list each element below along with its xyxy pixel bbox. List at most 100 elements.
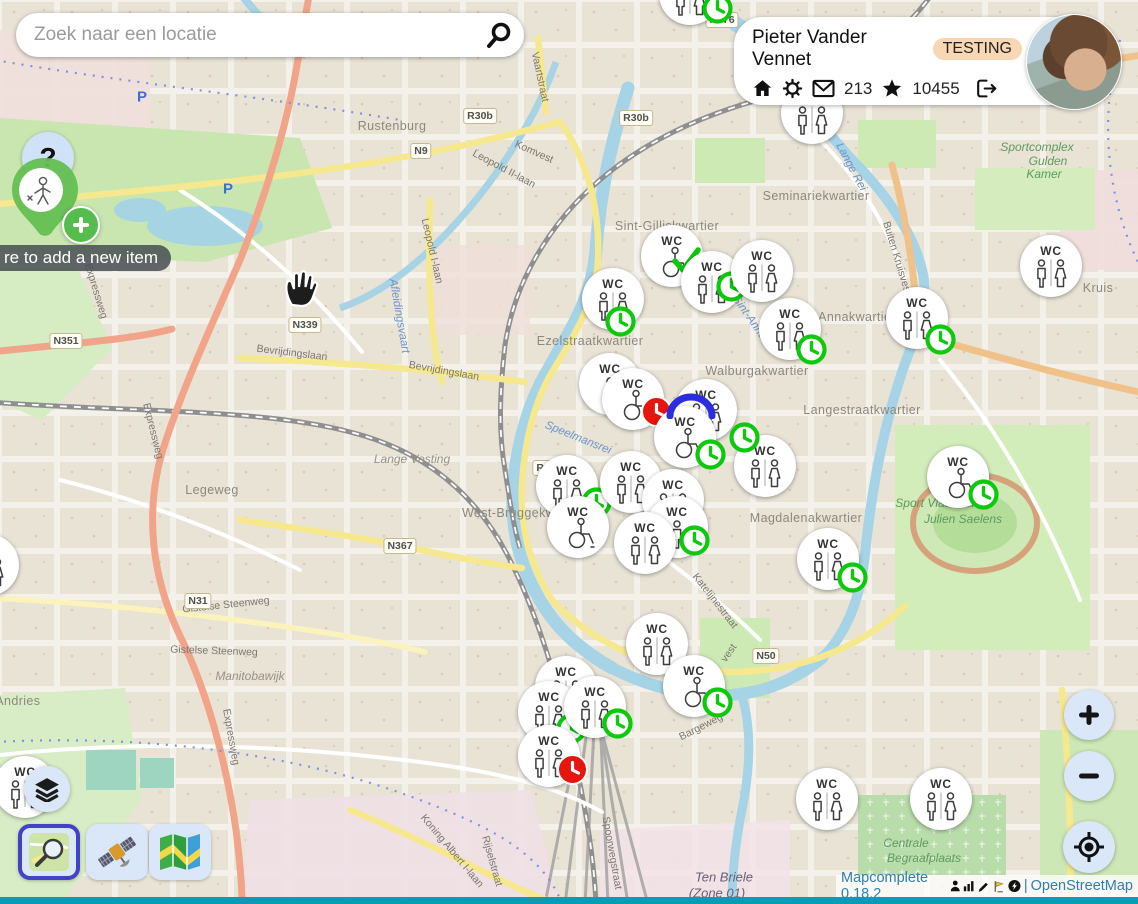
changesets-count[interactable]: 10455 bbox=[912, 79, 959, 99]
satellite-icon bbox=[95, 831, 139, 873]
toilet-marker[interactable]: WC bbox=[614, 512, 676, 574]
logout-icon[interactable] bbox=[975, 78, 998, 99]
toilet-marker[interactable]: WC bbox=[1020, 235, 1082, 297]
geolocate-button[interactable] bbox=[1063, 821, 1115, 873]
toilet-marker[interactable]: WC bbox=[0, 534, 19, 596]
user-name[interactable]: Pieter Vander Vennet bbox=[752, 27, 924, 71]
map-label: Manitobawijk bbox=[215, 669, 284, 683]
osm-map-icon bbox=[28, 832, 70, 872]
map-label: Afleidingsvaart bbox=[387, 278, 412, 354]
star-icon bbox=[881, 78, 903, 99]
svg-text:WC: WC bbox=[634, 521, 656, 535]
svg-text:WC: WC bbox=[930, 777, 952, 791]
layers-button[interactable] bbox=[24, 766, 70, 812]
location-search-bar[interactable] bbox=[16, 13, 524, 57]
zoom-in-icon bbox=[1076, 702, 1102, 728]
svg-text:WC: WC bbox=[646, 622, 668, 636]
map-label: Begraafplaats bbox=[887, 851, 961, 865]
openstreetmap-link[interactable]: OpenStreetMap bbox=[1031, 878, 1133, 894]
map-label: Rustenburg bbox=[358, 119, 427, 133]
map-label: Bevrijdingslaan bbox=[256, 343, 328, 364]
parking-label: P bbox=[137, 89, 147, 106]
green-clock-badge bbox=[967, 478, 1000, 511]
green-clock-badge bbox=[795, 333, 828, 366]
edit-pencil-icon[interactable] bbox=[978, 879, 990, 894]
testing-badge: TESTING bbox=[933, 38, 1022, 60]
toilet-marker[interactable]: WC bbox=[910, 768, 972, 830]
svg-text:WC: WC bbox=[751, 249, 773, 263]
zoom-out-button[interactable] bbox=[1064, 751, 1114, 801]
map-label: Ten Briele bbox=[695, 870, 753, 885]
map-label: Gulden bbox=[1029, 154, 1068, 168]
gear-icon[interactable] bbox=[782, 78, 803, 99]
messages-icon[interactable] bbox=[812, 79, 835, 98]
layers-icon bbox=[34, 776, 60, 802]
svg-text:WC: WC bbox=[947, 455, 969, 469]
svg-text:WC: WC bbox=[567, 505, 589, 519]
map-label: Gistelse Steenweg bbox=[170, 643, 258, 658]
bottom-bar bbox=[0, 897, 1138, 904]
community-index-icon[interactable] bbox=[1008, 878, 1021, 894]
road-shield: N50 bbox=[752, 648, 779, 664]
map-label: Leopold II-laan bbox=[471, 147, 538, 190]
map-label: Julien Saelens bbox=[924, 512, 1002, 526]
search-icon[interactable] bbox=[484, 20, 514, 50]
plus-icon bbox=[71, 215, 91, 235]
map-label: Langestraatkwartier bbox=[803, 403, 920, 417]
map-label: Centrale bbox=[883, 836, 928, 850]
map-label: Komvest bbox=[513, 138, 555, 166]
green-clock-badge bbox=[701, 0, 734, 25]
map-label: Seminariekwartier bbox=[763, 189, 870, 203]
search-input[interactable] bbox=[32, 23, 484, 47]
road-shield: N367 bbox=[383, 538, 416, 554]
map-label: Walburgakwartier bbox=[705, 364, 808, 378]
attribution-separator: | bbox=[1024, 878, 1028, 894]
green-clock-badge bbox=[601, 707, 634, 740]
toilet-marker[interactable]: WC bbox=[796, 768, 858, 830]
svg-text:WC: WC bbox=[584, 685, 606, 699]
map-label: Vaartstraat bbox=[529, 51, 551, 103]
map-label: Kamer bbox=[1026, 167, 1061, 181]
green-clock-badge bbox=[604, 305, 637, 338]
map-label: Legeweg bbox=[185, 483, 239, 497]
map-label: Gistelse Steenweg bbox=[182, 594, 270, 615]
svg-text:WC: WC bbox=[816, 777, 838, 791]
flag-icon[interactable] bbox=[993, 879, 1005, 894]
map-label: Bevrijdingslaan bbox=[408, 359, 480, 383]
toilet-marker[interactable]: WC bbox=[731, 240, 793, 302]
zoom-in-button[interactable] bbox=[1064, 690, 1114, 740]
home-icon[interactable] bbox=[752, 78, 773, 99]
map-marker-layer: Brugge-Sint-PietersRustenburgSeminariekw… bbox=[0, 0, 1138, 904]
svg-text:WC: WC bbox=[538, 734, 560, 748]
green-clock-badge bbox=[678, 524, 711, 557]
svg-text:WC: WC bbox=[779, 307, 801, 321]
road-shield: N339 bbox=[288, 317, 321, 333]
add-item-tooltip: re to add a new item bbox=[0, 245, 171, 271]
map-label: Expressweg bbox=[220, 708, 242, 766]
green-clock-badge bbox=[694, 438, 727, 471]
add-item-plus-button[interactable] bbox=[62, 206, 100, 244]
svg-text:WC: WC bbox=[556, 464, 578, 478]
map-label: Magdalenakwartier bbox=[750, 511, 862, 525]
road-shield: R30b bbox=[463, 108, 497, 124]
basemap-style-satellite-button[interactable] bbox=[86, 824, 148, 880]
svg-text:WC: WC bbox=[1040, 244, 1062, 258]
map-canvas[interactable]: Brugge-Sint-PietersRustenburgSeminariekw… bbox=[0, 0, 1138, 904]
zoom-out-icon bbox=[1076, 763, 1102, 789]
map-label: Lange Rei bbox=[833, 141, 868, 193]
map-label: Expressweg bbox=[140, 402, 165, 460]
user-avatar[interactable] bbox=[1026, 14, 1122, 110]
statistics-icon[interactable] bbox=[963, 879, 974, 893]
road-shield: N351 bbox=[49, 333, 82, 349]
folded-map-icon bbox=[158, 832, 202, 872]
add-item-tooltip-text: re to add a new item bbox=[4, 248, 158, 268]
map-label: Spoorwegstraat bbox=[600, 816, 625, 891]
basemap-style-osm-button[interactable] bbox=[18, 824, 80, 880]
svg-text:WC: WC bbox=[683, 664, 705, 678]
map-label: Katelijnestraat bbox=[690, 571, 740, 631]
basemap-style-map-button[interactable] bbox=[149, 824, 211, 880]
contributor-icon[interactable] bbox=[950, 879, 960, 893]
green-clock-badge bbox=[728, 421, 761, 454]
messages-count[interactable]: 213 bbox=[844, 79, 872, 99]
map-label: Lange Vesting bbox=[374, 452, 450, 466]
